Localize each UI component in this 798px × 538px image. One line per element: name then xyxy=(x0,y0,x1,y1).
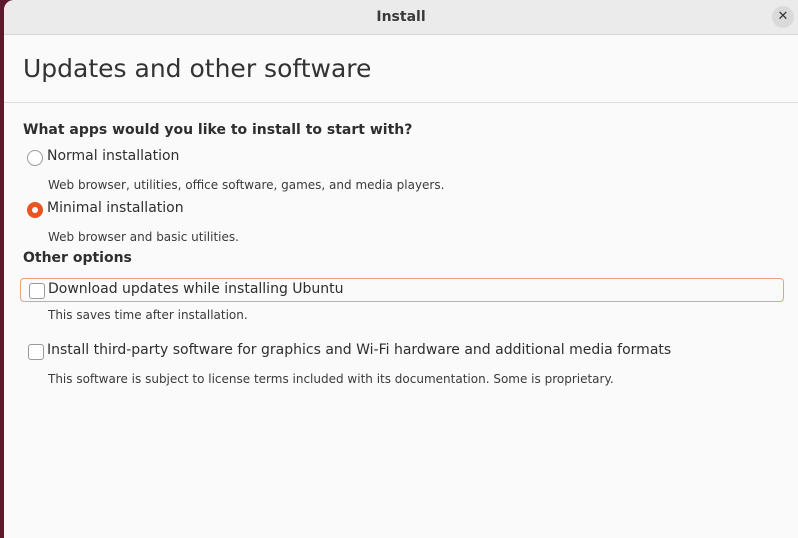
normal-installation-label[interactable]: Normal installation xyxy=(47,148,179,164)
content-area: What apps would you like to install to s… xyxy=(4,103,798,538)
window-title: Install xyxy=(376,9,426,25)
install-type-question: What apps would you like to install to s… xyxy=(23,122,413,138)
radio-checked-icon[interactable] xyxy=(27,202,43,218)
page-header: Updates and other software xyxy=(4,35,798,103)
other-options-heading: Other options xyxy=(23,250,132,266)
third-party-software-label[interactable]: Install third-party software for graphic… xyxy=(47,342,671,358)
minimal-installation-description: Web browser and basic utilities. xyxy=(48,230,239,244)
close-icon: ✕ xyxy=(777,9,789,24)
close-button[interactable]: ✕ xyxy=(772,6,794,28)
installer-window: Install ✕ Updates and other software Wha… xyxy=(4,0,798,538)
page-title: Updates and other software xyxy=(23,54,372,83)
normal-installation-description: Web browser, utilities, office software,… xyxy=(48,178,445,192)
title-bar: Install ✕ xyxy=(4,0,798,35)
checkbox-unchecked-icon[interactable] xyxy=(29,283,45,299)
download-updates-label[interactable]: Download updates while installing Ubuntu xyxy=(48,281,344,297)
download-updates-checkbox[interactable]: Download updates while installing Ubuntu xyxy=(20,278,784,302)
download-updates-description: This saves time after installation. xyxy=(48,308,248,322)
checkbox-unchecked-icon[interactable] xyxy=(28,344,44,360)
radio-unchecked-icon[interactable] xyxy=(27,150,43,166)
third-party-software-description: This software is subject to license term… xyxy=(48,372,614,386)
minimal-installation-label[interactable]: Minimal installation xyxy=(47,200,184,216)
